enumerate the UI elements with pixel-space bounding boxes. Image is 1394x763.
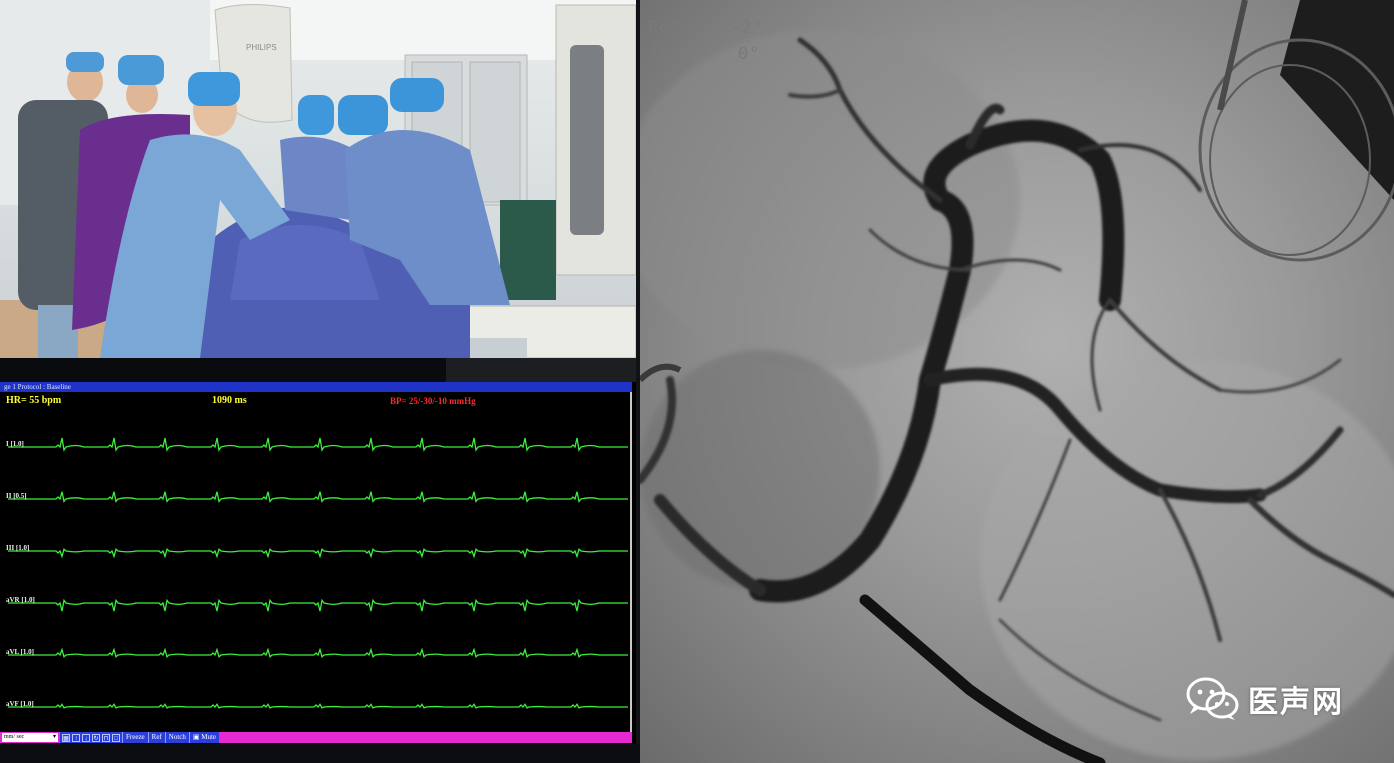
grid-icon[interactable]: ▦ — [62, 733, 70, 742]
ecg-trace-1 — [8, 491, 628, 503]
watermark: 医声网 — [1186, 677, 1344, 721]
notch-button[interactable]: Notch — [164, 732, 189, 743]
angulation-label: Ang — [648, 44, 682, 64]
freeze-button[interactable]: Freeze — [122, 732, 148, 743]
speed-select-label: mm/ sec — [4, 734, 25, 740]
ref-button[interactable]: Ref — [147, 732, 165, 743]
arrow-down-icon[interactable]: ↓ — [82, 733, 90, 742]
wechat-icon — [1186, 677, 1239, 720]
lead-label-ii: II [0.5] — [6, 492, 27, 500]
angulation-value: 0° — [738, 44, 761, 64]
mute-checkbox-icon: ▣ — [192, 733, 200, 741]
svg-text:PHILIPS: PHILIPS — [246, 43, 277, 52]
lead-label-iii: III [1.0] — [6, 544, 30, 552]
angiography-view: Rot -2° Ang 0° — [640, 0, 1394, 763]
ecg-traces — [8, 437, 628, 709]
mute-label: Mute — [201, 733, 217, 741]
lead-label-i: I [1.0] — [6, 440, 24, 448]
operating-room-scene: PHILIPS — [0, 0, 636, 358]
ecg-screen: HR= 55 bpm 1090 ms BP= 25/-30/-10 mmHg I… — [2, 392, 632, 734]
operating-room-video: PHILIPS — [0, 0, 636, 358]
coronary-angiogram-image — [640, 0, 1394, 763]
watermark-text: 医声网 — [1248, 685, 1344, 720]
refresh-icon[interactable]: ↻ — [92, 733, 100, 742]
lead-label-avf: aVF [1.0] — [6, 700, 34, 708]
square-icon[interactable]: □ — [112, 733, 120, 742]
ecg-trace-4 — [8, 647, 628, 658]
ecg-window-title: ge 1 Protocol : Baseline — [0, 382, 632, 392]
bracket-icon[interactable]: ⊓ — [102, 733, 110, 742]
ecg-toolbar: mm/ sec ▾ ▦ ↑ ↓ ↻ ⊓ □ Freeze Ref Notch ▣… — [0, 732, 632, 743]
lead-label-avl: aVL [1.0] — [6, 648, 34, 656]
bottom-bar — [0, 744, 640, 763]
arrow-up-icon[interactable]: ↑ — [72, 733, 80, 742]
ecg-trace-5 — [8, 703, 628, 709]
mute-button[interactable]: ▣ Mute — [188, 732, 220, 743]
ecg-monitor: ge 1 Protocol : Baseline HR= 55 bpm 1090… — [0, 382, 636, 744]
rotation-value: -2° — [730, 18, 764, 38]
toolbar-icon-group: ▦ ↑ ↓ ↻ ⊓ □ — [60, 732, 122, 743]
chevron-down-icon: ▾ — [52, 734, 56, 740]
speed-select[interactable]: mm/ sec ▾ — [2, 733, 58, 742]
ecg-trace-3 — [8, 598, 628, 612]
rotation-label: Rot — [648, 18, 682, 38]
ecg-trace-2 — [8, 548, 628, 559]
ecg-trace-0 — [8, 437, 628, 452]
lead-label-avr: aVR [1.0] — [6, 596, 35, 604]
